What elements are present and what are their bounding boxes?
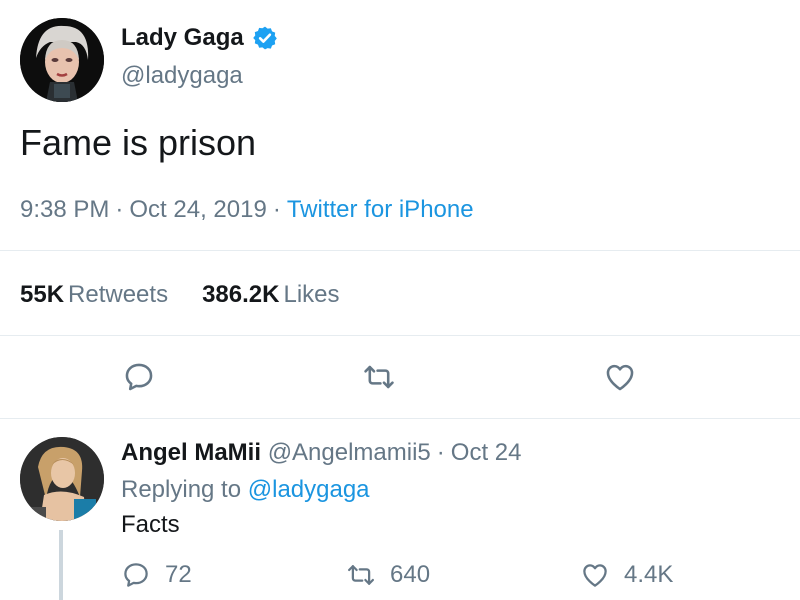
reply-avatar-image bbox=[20, 437, 104, 521]
retweets-label: Retweets bbox=[68, 281, 169, 308]
likes-stat[interactable]: 386.2K Likes bbox=[202, 281, 339, 309]
reply-author-avatar[interactable] bbox=[20, 437, 104, 521]
reply-author-name[interactable]: Angel MaMii bbox=[121, 439, 261, 466]
reply-header: Angel MaMii @Angelmamii5 · Oct 24 bbox=[121, 439, 521, 467]
retweets-stat[interactable]: 55K Retweets bbox=[20, 281, 168, 309]
tweet-date[interactable]: Oct 24, 2019 bbox=[129, 196, 266, 223]
reply-icon[interactable] bbox=[121, 560, 151, 590]
reply-text: Facts bbox=[121, 511, 180, 538]
reply-reply-action[interactable]: 72 bbox=[121, 560, 192, 590]
likes-label: Likes bbox=[283, 281, 340, 308]
divider bbox=[0, 418, 800, 419]
retweet-icon[interactable] bbox=[346, 560, 376, 590]
meta-separator: · bbox=[272, 196, 281, 223]
reply-meta-separator: · bbox=[436, 439, 445, 466]
replying-to-label: Replying to bbox=[121, 476, 242, 503]
author-display-name[interactable]: Lady Gaga bbox=[121, 24, 244, 52]
thread-line bbox=[59, 530, 63, 600]
author-avatar[interactable] bbox=[20, 18, 104, 102]
reply-retweet-action[interactable]: 640 bbox=[346, 560, 430, 590]
tweet-source-link[interactable]: Twitter for iPhone bbox=[287, 196, 474, 223]
tweet-stats: 55K Retweets 386.2K Likes bbox=[20, 281, 340, 309]
divider bbox=[0, 250, 800, 251]
meta-separator: · bbox=[115, 196, 124, 223]
like-icon[interactable] bbox=[580, 560, 610, 590]
reply-count: 72 bbox=[165, 561, 192, 588]
likes-count: 386.2K bbox=[202, 281, 280, 308]
tweet-meta: 9:38 PM · Oct 24, 2019 · Twitter for iPhone bbox=[20, 196, 474, 224]
reply-author-handle[interactable]: @Angelmamii5 bbox=[268, 439, 431, 466]
author-display-name-row[interactable]: Lady Gaga bbox=[121, 24, 278, 52]
like-icon[interactable] bbox=[603, 360, 637, 394]
like-count: 4.4K bbox=[624, 561, 674, 588]
reply-icon[interactable] bbox=[122, 360, 156, 394]
author-avatar-image bbox=[20, 18, 104, 102]
replying-to-mention[interactable]: @ladygaga bbox=[248, 476, 370, 503]
replying-to: Replying to @ladygaga bbox=[121, 476, 370, 504]
author-handle[interactable]: @ladygaga bbox=[121, 62, 243, 90]
retweets-count: 55K bbox=[20, 281, 65, 308]
reply-date[interactable]: Oct 24 bbox=[451, 439, 522, 466]
reply-like-action[interactable]: 4.4K bbox=[580, 560, 673, 590]
retweet-count: 640 bbox=[390, 561, 431, 588]
tweet-time[interactable]: 9:38 PM bbox=[20, 196, 109, 223]
divider bbox=[0, 335, 800, 336]
retweet-icon[interactable] bbox=[362, 360, 396, 394]
tweet-text: Fame is prison bbox=[20, 122, 257, 163]
verified-badge-icon bbox=[252, 25, 278, 51]
